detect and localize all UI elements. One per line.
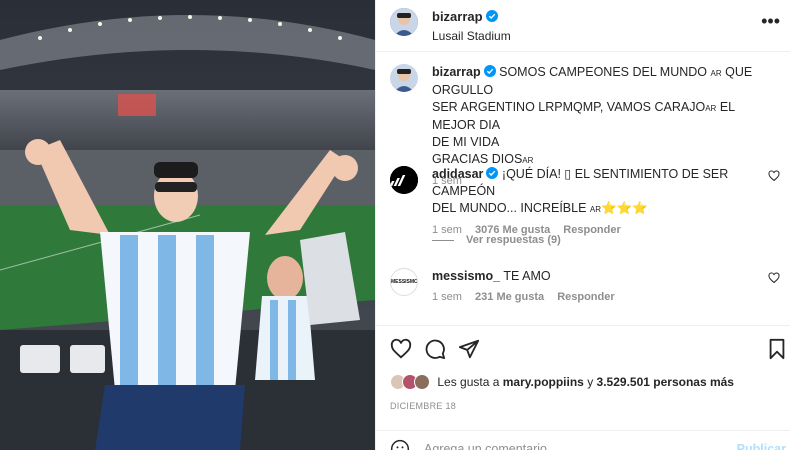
heart-icon[interactable]	[768, 272, 780, 284]
replies-divider	[432, 239, 454, 241]
comment-likes[interactable]: 231 Me gusta	[475, 291, 544, 303]
bookmark-icon[interactable]	[766, 338, 788, 360]
comment-input[interactable]: Agrega un comentario...	[424, 442, 557, 450]
caption-line1: SOMOS CAMPEONES DEL MUNDO	[499, 65, 708, 79]
share-send-icon[interactable]	[458, 338, 480, 360]
more-options-icon[interactable]: •••	[761, 12, 780, 30]
post-side-panel: bizarrap Lusail Stadium ••• bizarrap SOM…	[375, 0, 790, 450]
comment-item: MESSISMO messismo_ TE AMO 1 sem 231 Me g…	[390, 268, 780, 303]
caption-line2: SER ARGENTINO LRPMQMP, VAMOS CARAJO	[432, 100, 706, 114]
add-comment-bar: Agrega un comentario... Publicar	[376, 430, 790, 450]
verified-badge-icon	[485, 10, 498, 22]
comment-item: adidasar ¡QUÉ DÍA! ▯ EL SENTIMIENTO DE S…	[390, 166, 780, 236]
likes-prefix: Les gusta a	[437, 375, 500, 389]
author-avatar[interactable]	[390, 8, 418, 36]
liker-username[interactable]: mary.poppiins	[503, 375, 584, 389]
flag-ar-icon: AR	[522, 156, 534, 165]
comment-time[interactable]: 1 sem	[432, 291, 462, 303]
publish-button[interactable]: Publicar	[737, 442, 786, 450]
post-header: bizarrap Lusail Stadium •••	[376, 0, 790, 52]
flag-ar-icon: AR	[710, 69, 722, 78]
verified-badge-icon	[486, 167, 499, 179]
flag-ar-icon: AR	[589, 205, 602, 214]
comment-username[interactable]: messismo_	[432, 269, 500, 283]
liker-avatars[interactable]	[390, 374, 434, 390]
messismo-avatar-label: MESSISMO	[391, 279, 418, 285]
messismo-avatar[interactable]: MESSISMO	[390, 268, 418, 296]
author-username[interactable]: bizarrap	[432, 9, 483, 24]
reply-button[interactable]: Responder	[563, 224, 620, 236]
comment-username[interactable]: adidasar	[432, 167, 483, 181]
post-photo[interactable]	[0, 0, 375, 450]
like-heart-icon[interactable]	[390, 338, 412, 360]
caption-line3: DE MI VIDA	[432, 135, 500, 149]
comment-text: adidasar ¡QUÉ DÍA! ▯ EL SENTIMIENTO DE S…	[432, 166, 780, 218]
emoji-icon[interactable]	[390, 439, 410, 450]
post-actions: Les gusta a mary.poppiins y 3.529.501 pe…	[376, 325, 790, 445]
likes-connector: y	[587, 375, 594, 389]
comment-text: messismo_ TE AMO	[432, 268, 780, 285]
post-location[interactable]: Lusail Stadium	[432, 29, 511, 43]
likes-summary: Les gusta a mary.poppiins y 3.529.501 pe…	[390, 374, 734, 390]
view-replies-label: Ver respuestas (9)	[466, 234, 561, 246]
view-replies-button[interactable]: Ver respuestas (9)	[432, 234, 561, 246]
caption-text: bizarrap SOMOS CAMPEONES DEL MUNDO AR QU…	[432, 64, 780, 169]
caption-author-avatar[interactable]	[390, 64, 418, 92]
likes-count[interactable]: 3.529.501 personas más	[597, 375, 734, 389]
caption-username[interactable]: bizarrap	[432, 65, 481, 79]
comment-meta: 1 sem 231 Me gusta Responder	[432, 291, 780, 303]
verified-badge-icon	[483, 65, 496, 77]
comment-text-b: DEL MUNDO... INCREÍBLE	[432, 201, 587, 215]
caption-line4: GRACIAS DIOS	[432, 152, 523, 166]
flag-ar-icon: AR	[705, 104, 717, 113]
reply-button[interactable]: Responder	[557, 291, 614, 303]
heart-icon[interactable]	[768, 170, 780, 182]
adidas-avatar[interactable]	[390, 166, 418, 194]
comment-text-main: TE AMO	[503, 269, 551, 283]
comment-bubble-icon[interactable]	[424, 338, 446, 360]
stars-emoji: ⭐⭐⭐	[601, 201, 648, 215]
post-date[interactable]: DICIEMBRE 18	[390, 401, 456, 411]
